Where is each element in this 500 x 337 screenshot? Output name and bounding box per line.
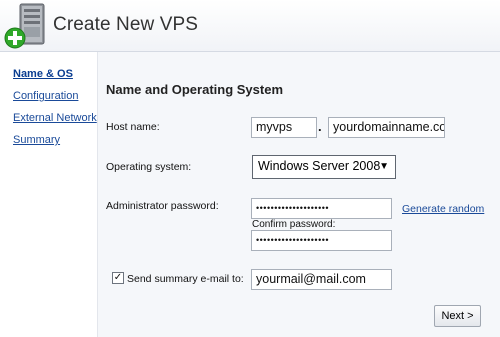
domain-separator: .: [318, 119, 322, 134]
wizard-header: Create New VPS: [0, 0, 500, 52]
os-label: Operating system:: [106, 161, 192, 173]
page-title: Create New VPS: [53, 14, 199, 35]
host-name-label: Host name:: [106, 121, 160, 133]
next-button[interactable]: Next >: [434, 305, 481, 327]
sidebar: Name & OS Configuration External Network…: [0, 52, 107, 337]
confirm-password-input[interactable]: ••••••••••••••••••••: [251, 230, 392, 251]
domain-name-input[interactable]: yourdomainname.com: [328, 117, 445, 138]
send-summary-checkbox[interactable]: ✓: [112, 272, 124, 284]
chevron-down-icon: ▼: [379, 161, 389, 172]
sidebar-item-summary[interactable]: Summary: [13, 134, 60, 146]
admin-password-input[interactable]: ••••••••••••••••••••: [251, 198, 392, 219]
os-select[interactable]: Windows Server 2008 ▼: [252, 155, 396, 179]
admin-password-label: Administrator password:: [106, 200, 219, 212]
sidebar-item-external-network[interactable]: External Network: [13, 112, 97, 124]
email-input[interactable]: yourmail@mail.com: [251, 269, 392, 290]
confirm-password-label: Confirm password:: [252, 219, 336, 230]
os-selected-value: Windows Server 2008: [258, 159, 381, 173]
host-name-input[interactable]: myvps: [251, 117, 317, 138]
server-add-icon: [4, 3, 45, 49]
section-title: Name and Operating System: [106, 82, 283, 97]
send-summary-label: Send summary e-mail to:: [127, 273, 244, 285]
generate-random-link[interactable]: Generate random: [402, 203, 484, 215]
sidebar-item-configuration[interactable]: Configuration: [13, 90, 78, 102]
sidebar-item-name-os[interactable]: Name & OS: [13, 68, 73, 80]
